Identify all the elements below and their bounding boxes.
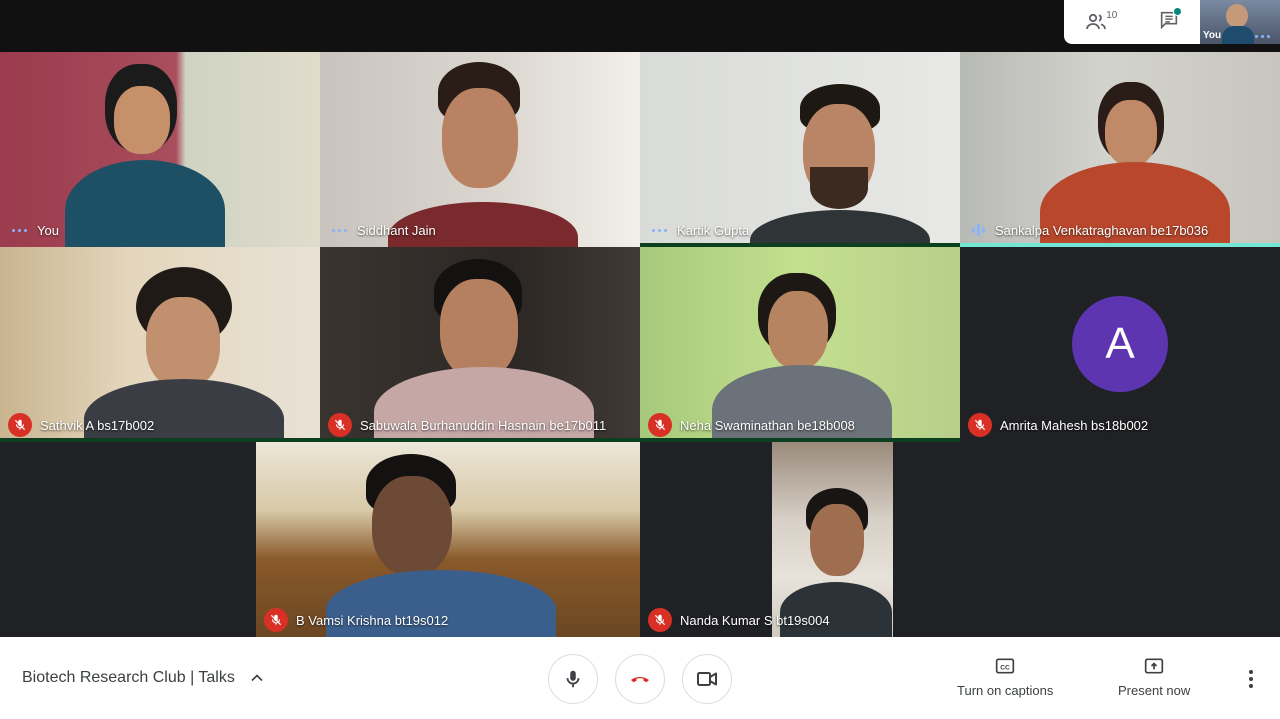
mic-off-icon — [328, 413, 352, 437]
video-tile-you: You — [0, 52, 320, 247]
hang-up-icon — [631, 677, 649, 683]
camera-button[interactable] — [682, 654, 732, 704]
mic-off-icon — [648, 608, 672, 632]
more-options-icon[interactable] — [332, 228, 347, 232]
closed-captions-icon: CC — [996, 658, 1015, 674]
participant-name: Neha Swaminathan be18b008 — [680, 417, 855, 433]
chevron-up-icon — [251, 674, 263, 682]
participant-name: B Vamsi Krishna bt19s012 — [296, 612, 449, 628]
svg-text:CC: CC — [1000, 664, 1010, 671]
video-tile-vamsi: B Vamsi Krishna bt19s012 — [256, 442, 640, 637]
video-tile-kartik: Kartik Gupta — [640, 52, 960, 247]
self-view-label: You — [1203, 30, 1222, 41]
present-screen-icon — [1144, 658, 1164, 674]
participant-name: You — [37, 222, 59, 238]
participant-name: Sankalpa Venkatraghavan be17b036 — [995, 222, 1209, 238]
video-tile-nanda: Nanda Kumar S bt19s004 — [640, 442, 1024, 637]
participant-namebar: Kartik Gupta — [640, 213, 960, 247]
participant-namebar: Amrita Mahesh bs18b002 — [960, 408, 1280, 442]
self-view-more-dots[interactable] — [1255, 35, 1270, 38]
video-tile-sankalpa: Sankalpa Venkatraghavan be17b036 — [960, 52, 1280, 247]
participant-namebar: B Vamsi Krishna bt19s012 — [256, 603, 640, 637]
participant-namebar: Siddhant Jain — [320, 213, 640, 247]
meeting-details-toggle[interactable]: Biotech Research Club | Talks — [22, 668, 267, 688]
mic-off-icon — [8, 413, 32, 437]
more-vertical-icon — [1249, 670, 1253, 688]
video-tile-sathvik: Sathvik A bs17b002 — [0, 247, 320, 442]
participant-name: Kartik Gupta — [677, 222, 750, 238]
participants-count: 10 — [1106, 10, 1118, 21]
more-options-button[interactable] — [1240, 667, 1262, 691]
avatar-letter: A — [1105, 319, 1135, 368]
present-now-button[interactable]: Present now — [1118, 657, 1190, 698]
video-tile-amrita: A Amrita Mahesh bs18b002 — [960, 247, 1280, 442]
mic-off-icon — [968, 413, 992, 437]
more-options-icon[interactable] — [12, 228, 27, 232]
participant-name: Sabuwala Burhanuddin Hasnain be17b011 — [360, 417, 607, 433]
participant-name: Amrita Mahesh bs18b002 — [1000, 417, 1149, 433]
mic-off-icon — [264, 608, 288, 632]
video-tile-sabuwala: Sabuwala Burhanuddin Hasnain be17b011 — [320, 247, 640, 442]
speaking-indicator-icon — [972, 224, 985, 236]
video-tile-siddhant: Siddhant Jain — [320, 52, 640, 247]
people-icon — [1086, 13, 1107, 30]
participant-namebar: You — [0, 213, 320, 247]
mic-off-icon — [648, 413, 672, 437]
chat-notification-dot — [1172, 6, 1182, 16]
top-bar: 10 You — [0, 0, 1280, 52]
participant-namebar: Nanda Kumar S bt19s004 — [640, 603, 1024, 637]
participant-name: Siddhant Jain — [357, 222, 436, 238]
participant-namebar: Neha Swaminathan be18b008 — [640, 408, 960, 442]
participant-namebar: Sabuwala Burhanuddin Hasnain be17b011 — [320, 408, 640, 442]
participant-namebar: Sathvik A bs17b002 — [0, 408, 320, 442]
participant-name: Nanda Kumar S bt19s004 — [680, 612, 830, 628]
hang-up-button[interactable] — [615, 654, 665, 704]
microphone-button[interactable] — [548, 654, 598, 704]
participant-name: Sathvik A bs17b002 — [40, 417, 155, 433]
microphone-icon — [566, 670, 580, 688]
more-options-icon[interactable] — [652, 228, 667, 232]
chat-button[interactable] — [1158, 6, 1182, 36]
captions-button[interactable]: CC Turn on captions — [957, 657, 1053, 698]
top-right-panel: 10 — [1064, 0, 1200, 44]
video-tile-neha: Neha Swaminathan be18b008 — [640, 247, 960, 442]
bottom-control-bar: Biotech Research Club | Talks CC Turn on… — [0, 637, 1280, 719]
meeting-title: Biotech Research Club | Talks — [22, 669, 235, 686]
present-now-label: Present now — [1118, 683, 1191, 698]
video-camera-icon — [697, 672, 717, 686]
participants-button[interactable]: 10 — [1084, 10, 1117, 34]
captions-label: Turn on captions — [957, 683, 1054, 698]
avatar: A — [1072, 296, 1168, 392]
participant-namebar: Sankalpa Venkatraghavan be17b036 — [960, 213, 1280, 247]
self-view-thumbnail[interactable]: You — [1200, 0, 1280, 44]
